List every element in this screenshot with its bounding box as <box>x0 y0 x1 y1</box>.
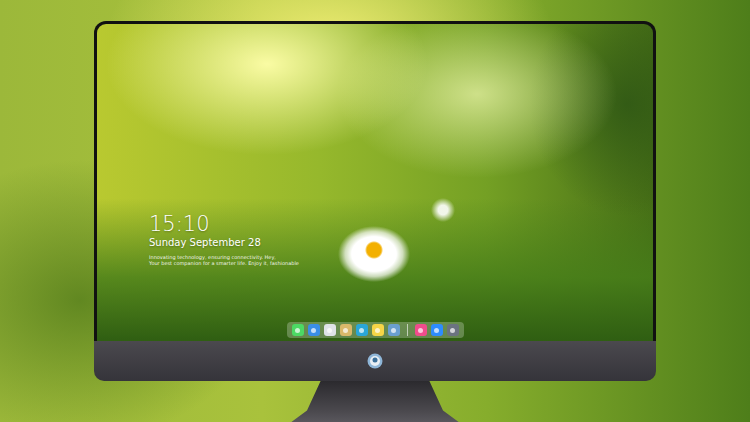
clock-date: Sunday September 28 <box>149 236 653 249</box>
dock-app-icon[interactable] <box>340 324 352 336</box>
dock <box>287 322 464 338</box>
dock-app-icon[interactable] <box>292 324 304 336</box>
tagline-line: Innovating technology, ensuring connecti… <box>149 254 653 260</box>
dock-app-icon[interactable] <box>308 324 320 336</box>
dock-app-icon[interactable] <box>431 324 443 336</box>
clock-time: 15:10 <box>149 212 653 236</box>
monitor-stand <box>290 381 460 422</box>
tagline: Innovating technology, ensuring connecti… <box>149 254 653 266</box>
dock-app-icon[interactable] <box>372 324 384 336</box>
monitor-bezel: 15:10Sunday September 28 Innovating techn… <box>94 21 656 341</box>
dock-app-icon[interactable] <box>415 324 427 336</box>
dock-separator <box>407 324 408 336</box>
lock-screen: 15:10Sunday September 28 Innovating techn… <box>97 24 653 341</box>
dock-app-icon[interactable] <box>447 324 459 336</box>
dock-app-icon[interactable] <box>324 324 336 336</box>
page: 15:10Sunday September 28 Innovating techn… <box>0 0 750 422</box>
monitor: 15:10Sunday September 28 Innovating techn… <box>94 21 656 422</box>
clock-widget: 15:10Sunday September 28 Innovating techn… <box>97 212 653 266</box>
dock-app-icon[interactable] <box>388 324 400 336</box>
monitor-chin <box>94 341 656 381</box>
dock-app-icon[interactable] <box>356 324 368 336</box>
brand-logo-icon <box>367 353 383 369</box>
tagline-line: Your best companion for a smarter life. … <box>149 260 653 266</box>
